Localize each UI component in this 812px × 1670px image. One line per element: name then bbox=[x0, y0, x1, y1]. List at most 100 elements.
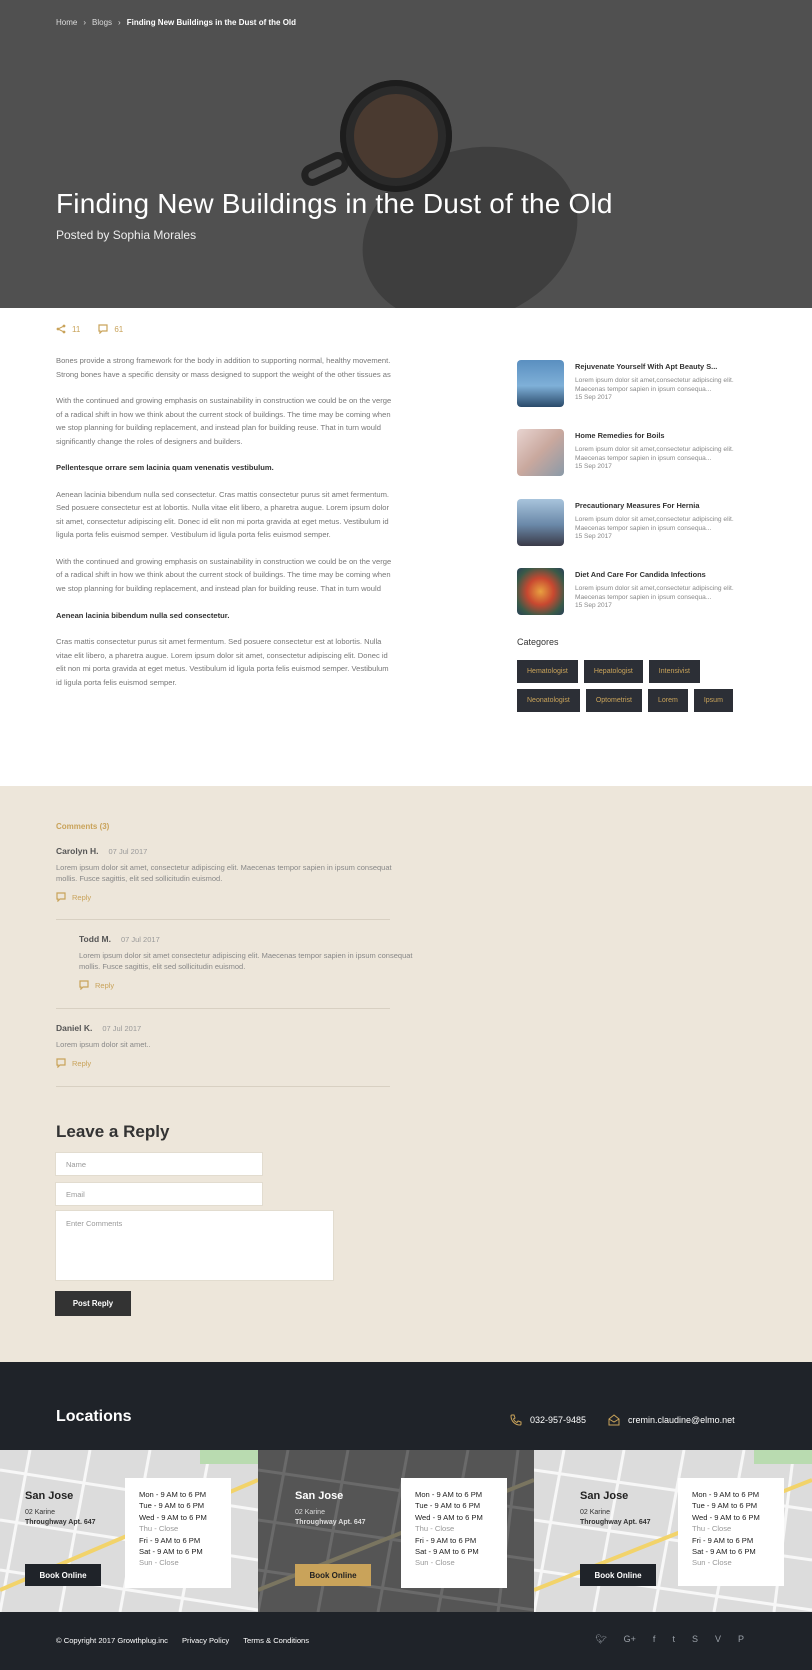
phone-icon bbox=[510, 1414, 522, 1426]
breadcrumb-home[interactable]: Home bbox=[56, 18, 77, 27]
hours-row: Sun - Close bbox=[139, 1558, 179, 1568]
category-tag[interactable]: Optometrist bbox=[585, 689, 642, 712]
comment-count[interactable]: 61 bbox=[98, 324, 123, 334]
category-tag[interactable]: Hepatologist bbox=[583, 660, 643, 683]
reply-label: Reply bbox=[95, 980, 115, 990]
post-reply-button[interactable]: Post Reply bbox=[55, 1291, 131, 1316]
category-tag[interactable]: Hematologist bbox=[517, 660, 578, 683]
location-card: San Jose 02 Karine Throughway Apt. 647 B… bbox=[0, 1450, 258, 1612]
comment-icon bbox=[98, 324, 108, 334]
recent-post-excerpt: Lorem ipsum dolor sit amet,consectetur a… bbox=[575, 516, 734, 532]
hours-row: Wed - 9 AM to 6 PM bbox=[415, 1512, 483, 1522]
category-tag[interactable]: Lorem bbox=[648, 689, 688, 712]
locations-heading: Locations bbox=[56, 1408, 132, 1425]
comment: Carolyn H. 07 Jul 2017 Lorem ipsum dolor … bbox=[56, 846, 396, 902]
recent-post[interactable]: Precautionary Measures For Hernia Lorem … bbox=[517, 499, 757, 547]
copyright: © Copyright 2017 Growthplug.inc bbox=[56, 1636, 168, 1645]
hours-row: Wed - 9 AM to 6 PM bbox=[139, 1512, 207, 1522]
recent-post[interactable]: Diet And Care For Candida Infections Lor… bbox=[517, 568, 757, 616]
locations-section: Locations 032-957-9485 cremin.claudine@e… bbox=[0, 1362, 812, 1670]
page-title: Finding New Buildings in the Dust of the… bbox=[56, 188, 613, 219]
name-field[interactable]: Name bbox=[55, 1152, 263, 1176]
twitter-icon[interactable]: 🐦︎ bbox=[595, 1634, 606, 1645]
location-city: San Jose bbox=[295, 1490, 344, 1502]
reply-button[interactable]: Reply bbox=[56, 892, 396, 902]
recent-post-title[interactable]: Precautionary Measures For Hernia bbox=[575, 501, 699, 510]
comment-date: 07 Jul 2017 bbox=[108, 847, 148, 856]
article-paragraph: With the continued and growing emphasis … bbox=[56, 396, 392, 446]
pinterest-icon[interactable]: P bbox=[738, 1634, 744, 1645]
hours-row: Fri - 9 AM to 6 PM bbox=[415, 1535, 477, 1545]
google-plus-icon[interactable]: G+ bbox=[624, 1634, 636, 1645]
footer-bar: © Copyright 2017 Growthplug.inc Privacy … bbox=[0, 1612, 812, 1670]
comment-text: Lorem ipsum dolor sit amet.. bbox=[56, 1040, 151, 1049]
location-card: San Jose 02 Karine Throughway Apt. 647 B… bbox=[258, 1450, 534, 1612]
article-body: Bones provide a strong framework for the… bbox=[56, 354, 392, 702]
comment-count-value: 61 bbox=[114, 324, 124, 334]
post-thumbnail[interactable] bbox=[517, 360, 564, 407]
hours-row: Wed - 9 AM to 6 PM bbox=[692, 1512, 760, 1522]
category-tag[interactable]: Intensivist bbox=[648, 660, 700, 683]
email-contact[interactable]: cremin.claudine@elmo.net bbox=[608, 1414, 735, 1426]
facebook-icon[interactable]: f bbox=[653, 1634, 656, 1645]
recent-post[interactable]: Home Remedies for Boils Lorem ipsum dolo… bbox=[517, 429, 757, 477]
post-byline: Posted by Sophia Morales bbox=[56, 228, 197, 242]
comments-textarea[interactable]: Enter Comments bbox=[55, 1210, 334, 1281]
terms-link[interactable]: Terms & Conditions bbox=[243, 1636, 309, 1645]
comment-text: Lorem ipsum dolor sit amet, consectetur … bbox=[56, 863, 392, 883]
reply-label: Reply bbox=[72, 892, 92, 902]
hours-row: Mon - 9 AM to 6 PM bbox=[692, 1490, 760, 1499]
breadcrumb-blogs[interactable]: Blogs bbox=[92, 18, 112, 27]
chevron-right-icon: › bbox=[118, 18, 121, 27]
book-online-button[interactable]: Book Online bbox=[25, 1564, 101, 1586]
recent-post-date: 15 Sep 2017 bbox=[575, 602, 612, 609]
comment-author: Todd M. bbox=[79, 934, 111, 944]
comment-date: 07 Jul 2017 bbox=[120, 935, 160, 944]
email-field[interactable]: Email bbox=[55, 1182, 263, 1206]
location-address-2: Throughway Apt. 647 bbox=[580, 1519, 651, 1526]
opening-hours: Mon - 9 AM to 6 PM Tue - 9 AM to 6 PM We… bbox=[401, 1478, 507, 1588]
category-tags: Hematologist Hepatologist Intensivist Ne… bbox=[517, 660, 742, 712]
tumblr-icon[interactable]: t bbox=[672, 1634, 675, 1645]
location-card: San Jose 02 Karine Throughway Apt. 647 B… bbox=[534, 1450, 812, 1612]
share-count[interactable]: 11 bbox=[56, 324, 80, 334]
breadcrumb: Home › Blogs › Finding New Buildings in … bbox=[56, 18, 296, 27]
skype-icon[interactable]: S bbox=[692, 1634, 698, 1645]
share-icon bbox=[56, 324, 66, 334]
comments-section: Comments (3) Carolyn H. 07 Jul 2017 Lorem… bbox=[0, 786, 812, 1362]
coffee-mug-image bbox=[340, 80, 452, 192]
share-count-value: 11 bbox=[72, 324, 81, 334]
recent-post[interactable]: Rejuvenate Yourself With Apt Beauty S...… bbox=[517, 360, 757, 408]
hours-row: Thu - Close bbox=[139, 1524, 179, 1534]
vimeo-icon[interactable]: V bbox=[715, 1634, 721, 1645]
reply-button[interactable]: Reply bbox=[56, 1058, 396, 1068]
post-thumbnail[interactable] bbox=[517, 499, 564, 546]
recent-post-excerpt: Lorem ipsum dolor sit amet,consectetur a… bbox=[575, 446, 734, 462]
privacy-link[interactable]: Privacy Policy bbox=[182, 1636, 229, 1645]
location-address-1: 02 Karine bbox=[25, 1509, 55, 1516]
book-online-button[interactable]: Book Online bbox=[580, 1564, 656, 1586]
hours-row: Sat - 9 AM to 6 PM bbox=[692, 1547, 756, 1557]
post-thumbnail[interactable] bbox=[517, 429, 564, 476]
recent-post-title[interactable]: Diet And Care For Candida Infections bbox=[575, 570, 706, 579]
recent-post-title[interactable]: Rejuvenate Yourself With Apt Beauty S... bbox=[575, 362, 717, 371]
reply-button[interactable]: Reply bbox=[79, 980, 419, 990]
category-tag[interactable]: Ipsum bbox=[693, 689, 733, 712]
article-subheading: Pellentesque orrare sem lacinia quam ven… bbox=[56, 463, 274, 472]
email-address: cremin.claudine@elmo.net bbox=[628, 1415, 735, 1425]
post-thumbnail[interactable] bbox=[517, 568, 564, 615]
comment-text: Lorem ipsum dolor sit amet consectetur a… bbox=[79, 951, 413, 971]
book-online-button[interactable]: Book Online bbox=[295, 1564, 371, 1586]
recent-post-date: 15 Sep 2017 bbox=[575, 463, 612, 470]
comment-author: Daniel K. bbox=[56, 1023, 93, 1033]
article-paragraph: With the continued and growing emphasis … bbox=[56, 556, 392, 593]
hours-row: Sat - 9 AM to 6 PM bbox=[139, 1547, 203, 1557]
phone-contact[interactable]: 032-957-9485 bbox=[510, 1414, 586, 1426]
opening-hours: Mon - 9 AM to 6 PM Tue - 9 AM to 6 PM We… bbox=[125, 1478, 231, 1588]
location-maps: San Jose 02 Karine Throughway Apt. 647 B… bbox=[0, 1450, 812, 1612]
category-tag[interactable]: Neonatologist bbox=[517, 689, 580, 712]
comments-heading: Comments (3) bbox=[56, 822, 110, 831]
hours-row: Tue - 9 AM to 6 PM bbox=[692, 1501, 758, 1511]
recent-post-excerpt: Lorem ipsum dolor sit amet,consectetur a… bbox=[575, 377, 734, 393]
recent-post-title[interactable]: Home Remedies for Boils bbox=[575, 431, 665, 440]
